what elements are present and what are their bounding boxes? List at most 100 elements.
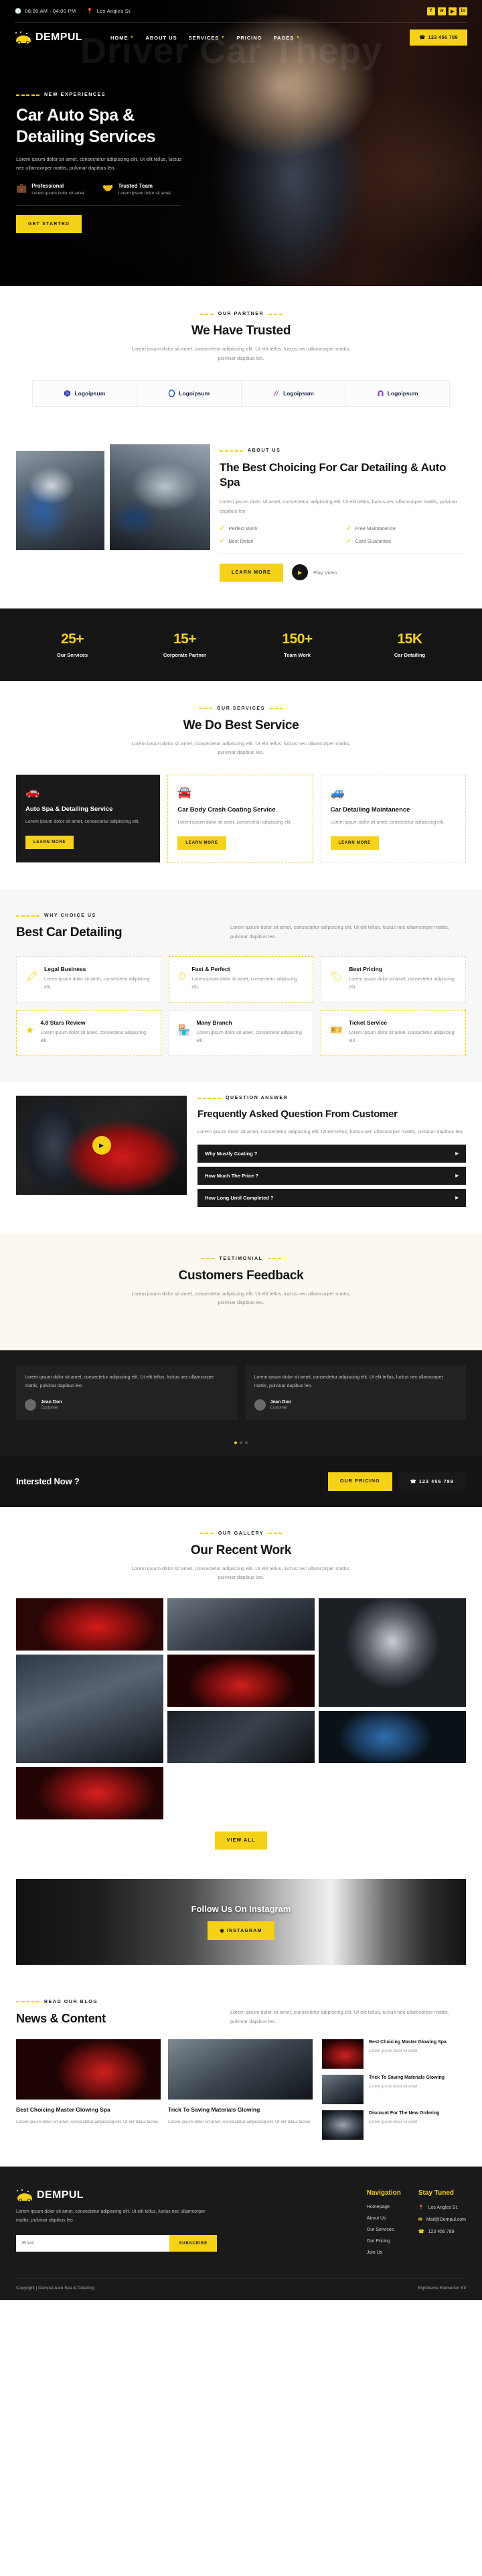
blog-card-title: Trick To Saving Materials Glowing [168, 2106, 260, 2114]
play-icon[interactable]: ▶ [92, 1136, 111, 1155]
pagination-dot[interactable] [240, 1441, 242, 1444]
footer-contact-email[interactable]: ✉ Mail@Dempul.com [418, 2217, 466, 2223]
work-item[interactable] [167, 1710, 315, 1763]
blog-card[interactable]: Best Choicing Master Glowing Spa Lorem i… [16, 2039, 161, 2140]
footer-link-join-us[interactable]: Join Us [367, 2250, 401, 2255]
faq-question-label: Why Mustly Coating ? [205, 1150, 258, 1157]
partner-logo-3[interactable]: Logoipsum [242, 381, 346, 406]
why-card-stars-review[interactable]: ★ 4.8 Stars Review Lorem ipsum dolor sit… [16, 1009, 161, 1056]
get-started-button[interactable]: GET STARTED [16, 215, 82, 234]
service-card-auto-spa[interactable]: 🚗 Auto Spa & Detailing Service Lorem ips… [16, 774, 161, 863]
about-photo-1 [16, 451, 104, 550]
services-title: We Do Best Service [183, 718, 299, 732]
blog-side-item[interactable]: Discount For The New Ordering Lorem ipsu… [322, 2110, 466, 2140]
partner-logo-2[interactable]: Logoipsum [137, 381, 242, 406]
footer-logo[interactable]: DEMPUL [16, 2189, 217, 2202]
clock-icon: 🕓 [15, 7, 22, 14]
why-header: WHY CHOICE US Best Car Detailing Lorem i… [16, 913, 466, 942]
testimonial-quote: Lorem ipsum dolor sit amet, consectetur … [25, 1374, 214, 1389]
pagination-dot[interactable] [245, 1441, 248, 1444]
price-tag-icon: 🏷 [330, 971, 343, 983]
partner-logo-4[interactable]: Logoipsum [345, 381, 449, 406]
blog-side-item[interactable]: Trick To Saving Materials Glowing Lorem … [322, 2075, 466, 2105]
nav-item-about-label: ABOUT US [145, 34, 177, 41]
about-play-video[interactable]: ▶ Play Video [292, 564, 337, 581]
partners-eyebrow-label: OUR PARTNER [218, 312, 264, 316]
blog-section: READ OUR BLOG News & Content Lorem ipsum… [0, 1987, 482, 2167]
our-pricing-button[interactable]: OUR PRICING [327, 1472, 392, 1491]
footer-link-our-services[interactable]: Our Services [367, 2228, 401, 2232]
subscribe-button[interactable]: SUBSCRIBE [169, 2235, 217, 2252]
view-all-button[interactable]: VIEW ALL [214, 1831, 268, 1850]
counter-item: 150+ Team Work [241, 631, 353, 658]
page-root: Driver Car Thepy 🕓 08:00 AM - 04:00 PM 📍… [0, 0, 482, 2301]
footer-link-about-us[interactable]: About Us [367, 2216, 401, 2221]
email-field[interactable] [16, 2235, 170, 2252]
instagram-button[interactable]: ◉ INSTAGRAM [208, 1921, 274, 1940]
blog-card[interactable]: Trick To Saving Materials Glowing Lorem … [168, 2039, 313, 2140]
footer-bottom-bar: Copyright | Dempul Auto Spa & Detailing … [16, 2278, 466, 2300]
blog-side-title: Discount For The New Ordering [369, 2111, 440, 2116]
top-bar: 🕓 08:00 AM - 04:00 PM 📍 Los Angles St. f… [0, 0, 482, 22]
service-card-crash-coating[interactable]: 🚘 Car Body Crash Coating Service Lorem i… [167, 774, 313, 863]
linkedin-icon[interactable]: in [459, 7, 467, 15]
faq-accordion-item-2[interactable]: How Much The Price ? ▶ [197, 1166, 466, 1185]
work-item[interactable] [319, 1710, 466, 1763]
why-eyebrow-label: WHY CHOICE US [44, 913, 96, 919]
work-item[interactable] [16, 1598, 163, 1651]
footer-contact-phone[interactable]: ☎ 123 456 789 [418, 2229, 466, 2235]
footer: DEMPUL Lorem ipsum dolor sit amet, conse… [0, 2167, 482, 2301]
nav-item-home[interactable]: HOME ▼ [110, 35, 134, 41]
phone-cta-button[interactable]: ☎ 123 456 789 [410, 29, 467, 46]
work-header: OUR GALLERY Our Recent Work Lorem ipsum … [16, 1531, 466, 1582]
why-card-many-branch[interactable]: 🏪 Many Branch Lorem ipsum dolor sit amet… [168, 1009, 314, 1056]
blog-card-title: Best Choicing Master Glowing Spa [16, 2106, 110, 2114]
about-learn-more-button[interactable]: LEARN MORE [220, 563, 284, 582]
work-item[interactable] [319, 1598, 466, 1707]
twitter-icon[interactable]: w [438, 7, 446, 15]
why-choice-section: WHY CHOICE US Best Car Detailing Lorem i… [0, 889, 482, 1083]
partner-logo-label: Logoipsum [74, 390, 106, 397]
nav-item-about[interactable]: ABOUT US [145, 35, 177, 41]
service-learn-more-button[interactable]: LEARN MORE [177, 836, 226, 850]
partners-paragraph: Lorem ipsum dolor sit amet, consectetur … [131, 346, 351, 361]
service-learn-more-button[interactable]: LEARN MORE [330, 836, 379, 850]
testimonial-role: Customer [41, 1405, 59, 1410]
play-icon[interactable]: ▶ [292, 564, 309, 581]
work-item[interactable] [167, 1654, 315, 1707]
footer-link-homepage[interactable]: Homepage [367, 2205, 401, 2209]
topbar-location: 📍 Los Angles St. [86, 8, 131, 14]
faq-accordion-item-1[interactable]: Why Mustly Coating ? ▶ [197, 1144, 466, 1163]
work-item[interactable] [16, 1654, 163, 1763]
why-card-best-pricing[interactable]: 🏷 Best Pricing Lorem ipsum dolor sit ame… [321, 956, 466, 1003]
why-card-ticket-service[interactable]: 🎫 Ticket Service Lorem ipsum dolor sit a… [321, 1009, 466, 1056]
partner-logo-1[interactable]: Logoipsum [33, 381, 137, 406]
brand-logo[interactable]: DEMPUL [15, 31, 82, 44]
work-item[interactable] [16, 1766, 163, 1819]
why-card-legal-business[interactable]: 🖍 Legal Business Lorem ipsum dolor sit a… [16, 956, 161, 1003]
topbar-location-text: Los Angles St. [96, 8, 132, 14]
hero-features: 💼 Professional Lorem ipsum dolor sit ame… [16, 183, 221, 196]
work-item[interactable] [167, 1598, 315, 1651]
dash-decor-icon [199, 1533, 214, 1535]
faq-accordion-item-3[interactable]: How Long Until Completed ? ▶ [197, 1188, 466, 1207]
service-card-maintanence[interactable]: 🚙 Car Detailing Maintanence Lorem ipsum … [320, 774, 466, 863]
service-card-title: Auto Spa & Detailing Service [25, 805, 113, 813]
brand-name: DEMPUL [35, 31, 82, 43]
work-paragraph: Lorem ipsum dolor sit amet, consectetur … [131, 1565, 351, 1581]
cta-phone-button[interactable]: ☎ 123 456 789 [398, 1472, 466, 1491]
testimonial-card: Lorem ipsum dolor sit amet, consectetur … [245, 1364, 466, 1420]
footer-link-our-pricing[interactable]: Our Pricing [367, 2239, 401, 2244]
nav-item-services[interactable]: SERVICES ▼ [189, 35, 226, 41]
service-learn-more-button[interactable]: LEARN MORE [25, 836, 74, 850]
faq-paragraph: Lorem ipsum dolor sit amet, consectetur … [197, 1129, 464, 1135]
facebook-icon[interactable]: f [427, 7, 435, 15]
why-card-desc: Lorem ipsum dolor sit amet, consectetur … [40, 1030, 147, 1043]
nav-item-pages[interactable]: PAGES ▼ [274, 35, 301, 41]
youtube-icon[interactable]: ▶ [449, 7, 457, 15]
pagination-dot-active[interactable] [234, 1441, 237, 1444]
blog-side-item[interactable]: Best Choicing Master Glowing Spa Lorem i… [322, 2039, 466, 2069]
why-card-fast-perfect[interactable]: ⏱ Fast & Perfect Lorem ipsum dolor sit a… [168, 956, 314, 1003]
testimonial-pagination[interactable] [0, 1437, 482, 1444]
nav-item-pricing[interactable]: PRICING [236, 35, 262, 41]
